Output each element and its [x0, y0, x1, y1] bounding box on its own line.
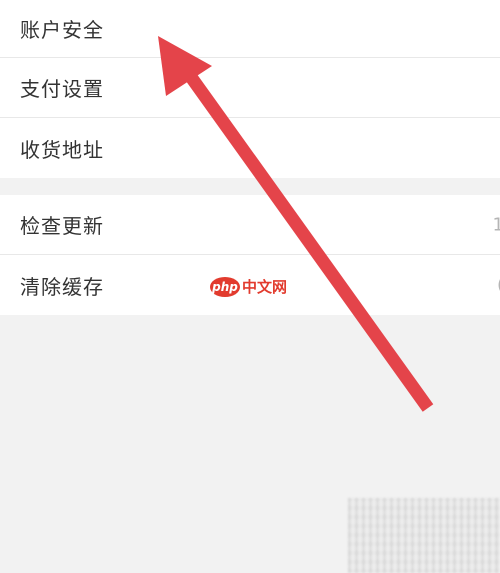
- watermark-text: 中文网: [242, 278, 288, 296]
- menu-item-label: 收货地址: [20, 137, 104, 162]
- menu-item-value: 1: [492, 214, 500, 235]
- menu-item-label: 检查更新: [20, 214, 104, 238]
- settings-group-account: 账户安全 支付设置 收货地址: [0, 0, 500, 178]
- menu-item-account-security[interactable]: 账户安全: [0, 0, 500, 58]
- menu-item-shipping-address[interactable]: 收货地址: [0, 118, 500, 178]
- menu-item-check-update[interactable]: 检查更新 1: [0, 195, 500, 255]
- menu-item-label: 清除缓存: [20, 274, 104, 299]
- section-gap: [0, 178, 500, 195]
- settings-group-app: 检查更新 1 清除缓存 (: [0, 195, 500, 315]
- blurred-area: [348, 498, 500, 573]
- watermark-badge: php: [210, 276, 240, 297]
- menu-item-payment-settings[interactable]: 支付设置: [0, 58, 500, 118]
- menu-item-label: 账户安全: [20, 18, 104, 42]
- menu-item-label: 支付设置: [20, 77, 104, 101]
- watermark-logo: php 中文网: [210, 276, 287, 297]
